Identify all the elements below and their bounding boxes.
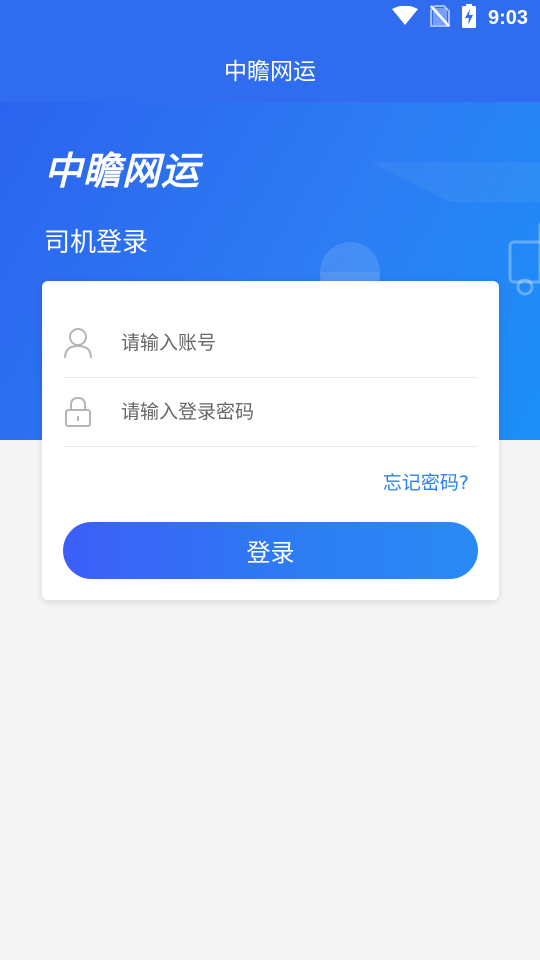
status-icons: 9:03 [391, 4, 528, 32]
password-input[interactable] [121, 401, 451, 423]
wifi-icon [391, 5, 418, 30]
page-subtitle: 司机登录 [44, 228, 149, 258]
battery-charging-icon [461, 4, 476, 32]
status-time: 9:03 [487, 6, 528, 29]
app-bar-title: 中瞻网运 [224, 59, 316, 85]
status-bar: 9:03 [0, 0, 540, 36]
login-button[interactable]: 登录 [63, 522, 478, 579]
password-field-row [64, 378, 478, 447]
no-sim-icon [429, 5, 450, 31]
app-bar: 中瞻网运 [0, 36, 540, 102]
account-field-row [64, 309, 478, 378]
login-card: 忘记密码? 登录 [42, 281, 499, 600]
lock-icon [64, 396, 92, 428]
brand-logo: 中瞻网运 [44, 149, 201, 193]
forgot-password-link[interactable]: 忘记密码? [383, 468, 469, 495]
account-input[interactable] [121, 332, 451, 354]
user-icon [64, 327, 92, 359]
